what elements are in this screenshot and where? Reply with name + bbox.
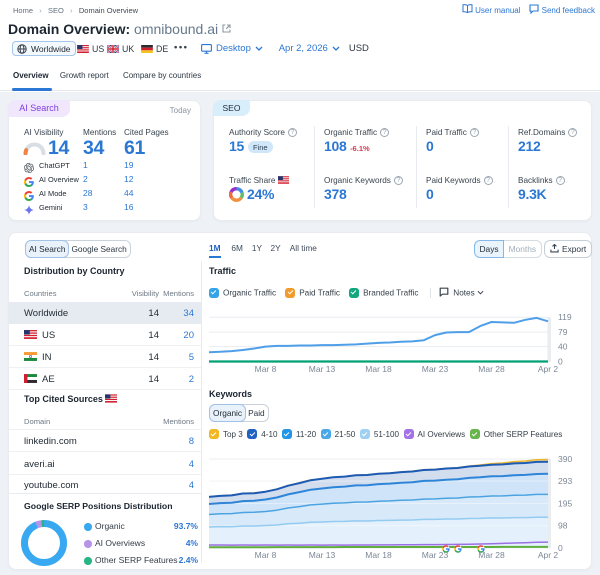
- svg-text:Apr 2: Apr 2: [538, 550, 559, 560]
- svg-text:390: 390: [558, 454, 572, 464]
- svg-text:Mar 28: Mar 28: [478, 364, 505, 374]
- svg-text:119: 119: [558, 312, 572, 322]
- svg-text:79: 79: [558, 327, 568, 337]
- svg-text:Mar 23: Mar 23: [422, 364, 449, 374]
- svg-text:Mar 18: Mar 18: [365, 364, 392, 374]
- svg-text:Mar 13: Mar 13: [309, 364, 336, 374]
- svg-text:195: 195: [558, 499, 572, 509]
- svg-text:Mar 8: Mar 8: [255, 550, 277, 560]
- svg-text:293: 293: [558, 476, 572, 486]
- svg-text:0: 0: [558, 357, 563, 367]
- svg-text:Mar 8: Mar 8: [255, 364, 277, 374]
- svg-text:0: 0: [558, 543, 563, 553]
- svg-text:Mar 13: Mar 13: [309, 550, 336, 560]
- svg-text:98: 98: [558, 521, 568, 531]
- svg-text:40: 40: [558, 342, 568, 352]
- svg-text:Apr 2: Apr 2: [538, 364, 559, 374]
- svg-text:Mar 18: Mar 18: [365, 550, 392, 560]
